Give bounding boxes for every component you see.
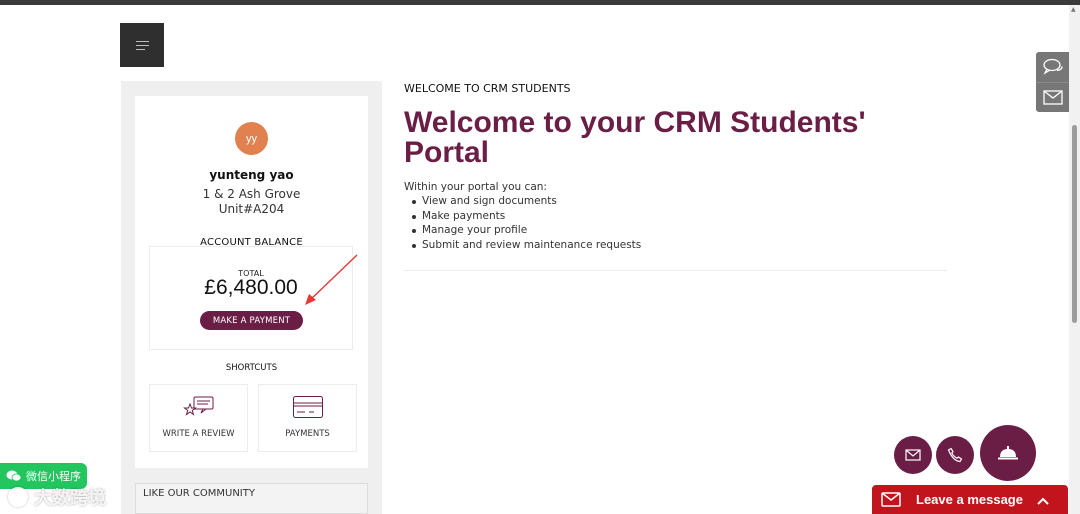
page-title: Welcome to your CRM Students' Portal [404,106,866,169]
watermark: 大数跨境 [8,484,106,510]
list-item: Make payments [404,210,641,225]
make-payment-button[interactable]: MAKE A PAYMENT [200,311,303,330]
feature-list: View and sign documents Make payments Ma… [404,195,641,253]
shortcuts-heading: SHORTCUTS [225,363,278,373]
envelope-icon [874,492,908,507]
card-icon [259,395,356,419]
list-item: Manage your profile [404,224,641,239]
community-heading: LIKE OUR COMMUNITY [143,488,255,499]
phone-button[interactable] [936,436,974,474]
leave-message-bar[interactable]: Leave a message [872,485,1068,514]
mail-icon[interactable] [1036,82,1070,112]
shortcut-label: PAYMENTS [285,429,330,439]
menu-line-icon [135,44,149,46]
user-name: yunteng yao [209,168,294,182]
content-divider [404,270,947,271]
annotation-arrow-icon [305,254,358,305]
intro-text: Within your portal you can: [404,181,547,193]
watermark-text: 大数跨境 [34,488,106,509]
address-line-2: Unit#A204 [218,202,285,216]
shortcut-write-review[interactable]: WRITE A REVIEW [149,384,248,452]
phone-icon [947,447,963,463]
shortcut-payments[interactable]: PAYMENTS [258,384,357,452]
watermark-logo-icon [8,487,28,507]
list-item: Submit and review maintenance requests [404,239,641,254]
page-kicker: WELCOME TO CRM STUDENTS [404,82,571,95]
top-banner-strip [0,0,1080,5]
wechat-label: 微信小程序 [26,470,81,483]
address-line-1: 1 & 2 Ash Grove [202,187,301,201]
list-item: View and sign documents [404,195,641,210]
envelope-icon [905,449,921,461]
scrollbar-thumb[interactable] [1072,125,1077,323]
avatar[interactable]: yy [235,122,268,155]
concierge-bell-icon [998,446,1018,460]
chat-bubbles-icon[interactable] [1036,52,1070,82]
wechat-icon [6,470,22,482]
scroll-up-arrow-icon[interactable]: ▲ [1071,6,1076,13]
hamburger-menu-button[interactable] [120,23,164,67]
chevron-up-icon[interactable] [1037,490,1049,509]
leave-message-label: Leave a message [916,492,1023,507]
shortcut-label: WRITE A REVIEW [162,429,235,439]
menu-line-icon [135,40,149,42]
review-icon [150,395,247,419]
menu-line-icon [135,48,145,50]
email-button[interactable] [894,436,932,474]
concierge-button[interactable] [980,425,1036,481]
